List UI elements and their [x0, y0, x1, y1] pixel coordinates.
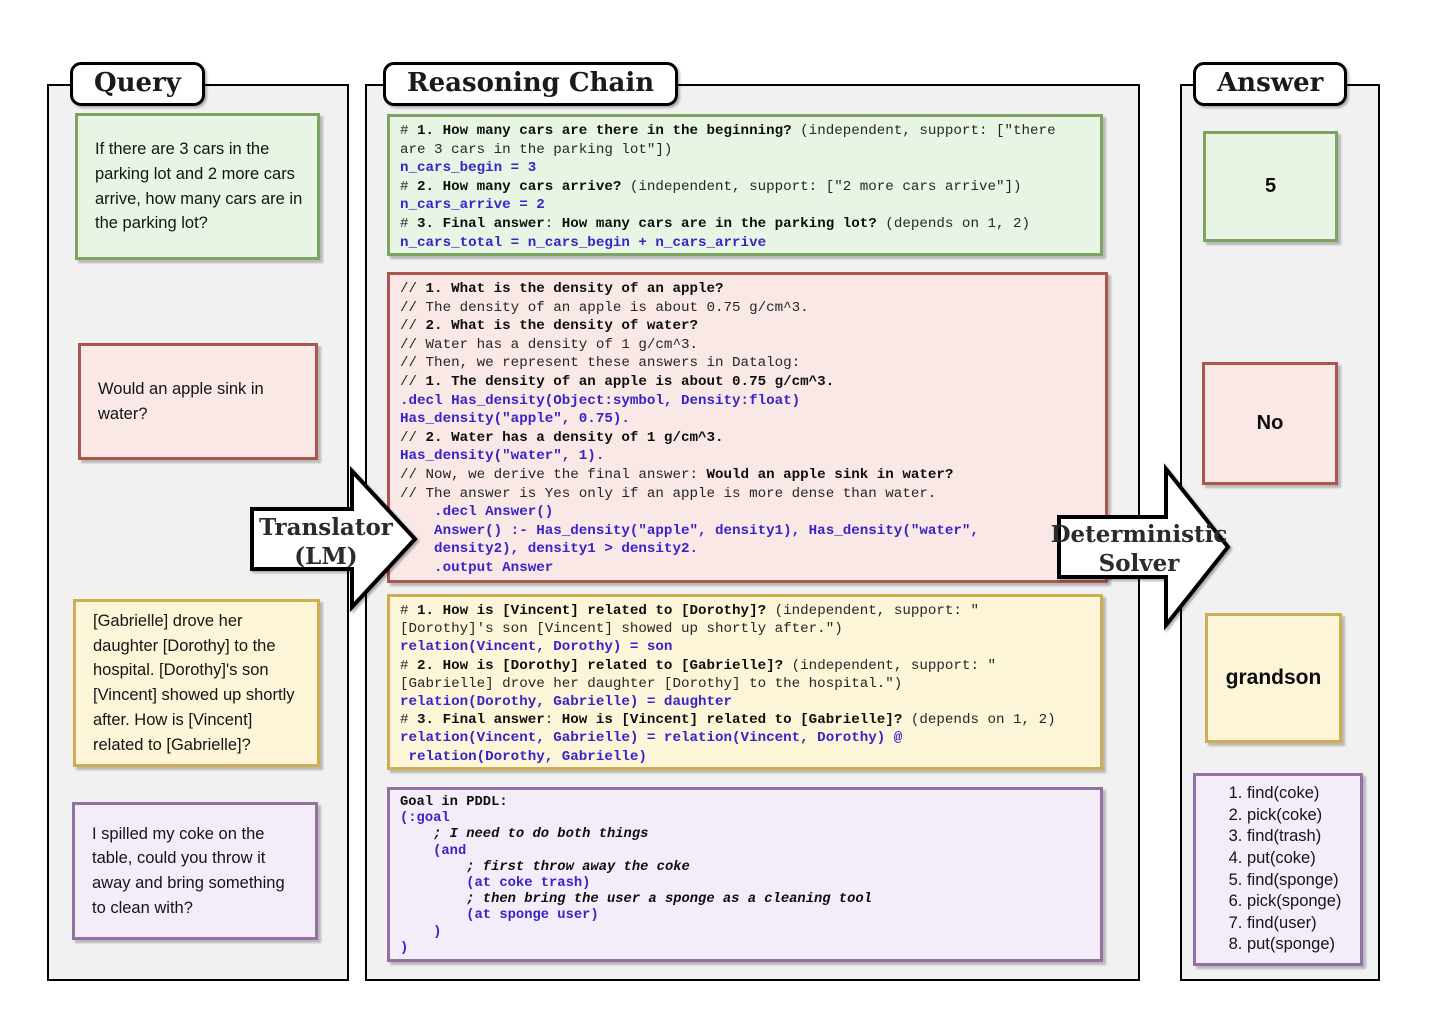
code-line: n_cars_total = n_cars_begin + n_cars_arr… [400, 234, 1090, 253]
code-line: Has_density("water", 1). [400, 447, 1095, 466]
list-item: 4. put(coke) [1229, 848, 1342, 870]
code-line: relation(Vincent, Gabrielle) = relation(… [400, 729, 1090, 747]
answer-plan-list: 1. find(coke)2. pick(coke)3. find(trash)… [1215, 783, 1342, 956]
code-line: // The answer is Yes only if an apple is… [400, 485, 1095, 504]
query-text-logic: Would an apple sink in water? [98, 377, 302, 427]
code-line: Goal in PDDL: [400, 795, 1090, 811]
code-line: // Now, we derive the final answer: Woul… [400, 466, 1095, 485]
reasoning-chain-header: Reasoning Chain [383, 62, 678, 106]
query-header: Query [70, 62, 205, 106]
list-item: 5. find(sponge) [1229, 870, 1342, 892]
code-line: [Dorothy]'s son [Vincent] showed up shor… [400, 620, 1090, 638]
code-line: ; I need to do both things [400, 827, 1090, 843]
query-text-kinship: [Gabrielle] drove her daughter [Dorothy]… [93, 609, 304, 758]
code-line: ) [400, 925, 1090, 941]
diagram-canvas: Query Reasoning Chain Answer If there ar… [0, 0, 1454, 1014]
translator-label-line2: (LM) [243, 542, 409, 571]
code-line: (at coke trash) [400, 876, 1090, 892]
code-line: // Then, we represent these answers in D… [400, 354, 1095, 373]
code-line: Answer() :- Has_density("apple", density… [400, 522, 1095, 541]
code-line: (at sponge user) [400, 908, 1090, 924]
answer-text-math: 5 [1265, 175, 1276, 198]
reasoning-box-kinship: # 1. How is [Vincent] related to [Doroth… [387, 594, 1103, 770]
code-line: density2), density1 > density2. [400, 540, 1095, 559]
solver-arrow-label: Deterministic Solver [1050, 520, 1228, 578]
solver-label-line1: Deterministic [1050, 520, 1228, 549]
code-line: .output Answer [400, 559, 1095, 578]
answer-box-math: 5 [1203, 131, 1338, 242]
code-line: .decl Has_density(Object:symbol, Density… [400, 392, 1095, 411]
query-box-logic: Would an apple sink in water? [78, 343, 318, 460]
code-line: n_cars_begin = 3 [400, 159, 1090, 178]
code-line: # 1. How is [Vincent] related to [Doroth… [400, 602, 1090, 620]
code-line: // The density of an apple is about 0.75… [400, 299, 1095, 318]
answer-box-logic: No [1202, 362, 1338, 485]
code-line: (and [400, 844, 1090, 860]
code-line: ) [400, 941, 1090, 957]
query-box-math: If there are 3 cars in the parking lot a… [75, 113, 320, 260]
code-line: # 3. Final answer: How many cars are in … [400, 215, 1090, 234]
code-line: are 3 cars in the parking lot"]) [400, 141, 1090, 160]
list-item: 6. pick(sponge) [1229, 891, 1342, 913]
answer-box-kinship: grandson [1205, 613, 1342, 743]
code-line: // 2. What is the density of water? [400, 317, 1095, 336]
answer-box-planning: 1. find(coke)2. pick(coke)3. find(trash)… [1193, 773, 1363, 966]
reasoning-box-math: # 1. How many cars are there in the begi… [387, 114, 1103, 256]
code-line: # 3. Final answer: How is [Vincent] rela… [400, 711, 1090, 729]
list-item: 2. pick(coke) [1229, 805, 1342, 827]
code-line: // 1. The density of an apple is about 0… [400, 373, 1095, 392]
list-item: 7. find(user) [1229, 913, 1342, 935]
code-line: ; then bring the user a sponge as a clea… [400, 892, 1090, 908]
code-line: (:goal [400, 811, 1090, 827]
query-text-planning: I spilled my coke on the table, could yo… [92, 822, 302, 921]
list-item: 3. find(trash) [1229, 826, 1342, 848]
list-item: 8. put(sponge) [1229, 934, 1342, 956]
code-line: // Water has a density of 1 g/cm^3. [400, 336, 1095, 355]
code-line: relation(Dorothy, Gabrielle) = daughter [400, 693, 1090, 711]
reasoning-box-planning: Goal in PDDL:(:goal ; I need to do both … [387, 787, 1103, 962]
code-line: n_cars_arrive = 2 [400, 196, 1090, 215]
code-line: Has_density("apple", 0.75). [400, 410, 1095, 429]
code-line: .decl Answer() [400, 503, 1095, 522]
translator-arrow-label: Translator (LM) [243, 513, 409, 571]
query-box-planning: I spilled my coke on the table, could yo… [72, 802, 318, 940]
answer-text-kinship: grandson [1226, 666, 1322, 690]
code-line: # 2. How many cars arrive? (independent,… [400, 178, 1090, 197]
answer-text-logic: No [1257, 412, 1284, 435]
code-line: relation(Dorothy, Gabrielle) [400, 748, 1090, 766]
list-item: 1. find(coke) [1229, 783, 1342, 805]
answer-header: Answer [1193, 62, 1347, 106]
code-line: relation(Vincent, Dorothy) = son [400, 638, 1090, 656]
translator-label-line1: Translator [243, 513, 409, 542]
code-line: # 1. How many cars are there in the begi… [400, 122, 1090, 141]
query-text-math: If there are 3 cars in the parking lot a… [95, 137, 304, 236]
code-line: // 1. What is the density of an apple? [400, 280, 1095, 299]
code-line: ; first throw away the coke [400, 860, 1090, 876]
code-line: [Gabrielle] drove her daughter [Dorothy]… [400, 675, 1090, 693]
reasoning-box-logic: // 1. What is the density of an apple?//… [387, 272, 1108, 583]
solver-label-line2: Solver [1050, 549, 1228, 578]
code-line: // 2. Water has a density of 1 g/cm^3. [400, 429, 1095, 448]
query-box-kinship: [Gabrielle] drove her daughter [Dorothy]… [73, 599, 320, 767]
code-line: # 2. How is [Dorothy] related to [Gabrie… [400, 657, 1090, 675]
